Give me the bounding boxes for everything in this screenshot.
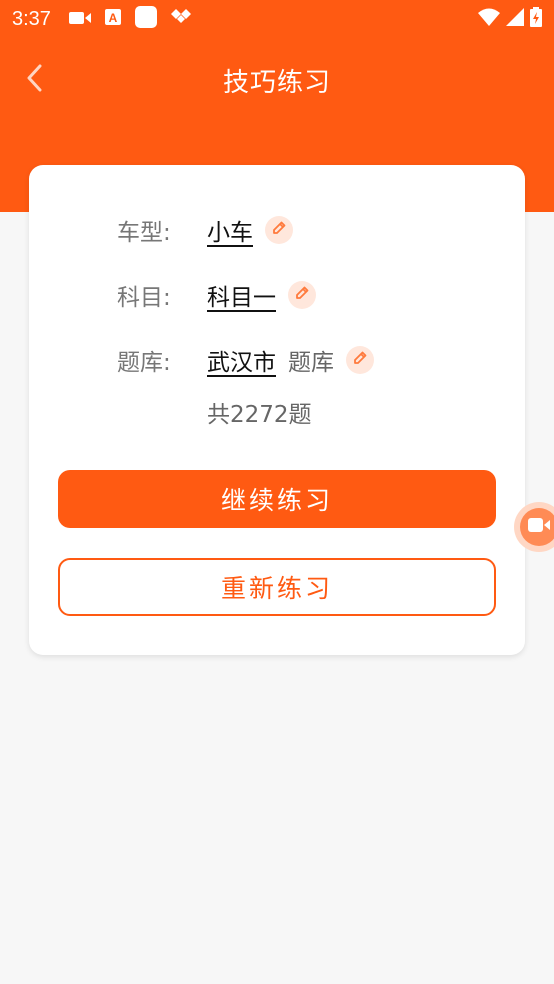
square-icon <box>134 6 157 32</box>
car-type-value-group: 小车 <box>207 213 293 247</box>
subject-label: 科目: <box>117 285 171 311</box>
video-icon <box>68 10 91 29</box>
bank-value-group: 武汉市 题库 <box>207 343 374 377</box>
wifi-icon <box>478 8 500 30</box>
floating-button-inner <box>520 508 554 546</box>
question-count: 共2272题 <box>207 402 312 428</box>
subject-value-group: 科目一 <box>207 278 316 312</box>
restart-practice-button[interactable]: 重新练习 <box>58 558 496 616</box>
pencil-icon <box>271 220 287 240</box>
status-icons-right <box>478 7 542 31</box>
pencil-icon <box>294 285 310 305</box>
battery-icon <box>530 7 542 31</box>
chevron-left-icon <box>26 64 42 96</box>
continue-practice-button[interactable]: 继续练习 <box>58 470 496 528</box>
practice-card: 车型: 小车 科目: 科目一 题库: 武汉市 题库 共2272题 继续练习 重新… <box>29 165 525 655</box>
pencil-icon <box>352 350 368 370</box>
page-title: 技巧练习 <box>222 67 331 98</box>
car-type-value[interactable]: 小车 <box>207 213 253 247</box>
bank-suffix: 题库 <box>288 350 334 376</box>
signal-icon <box>506 8 524 30</box>
diamond-icon <box>170 9 191 29</box>
status-bar: 3:37 A <box>0 0 554 38</box>
status-time: 3:37 <box>12 7 51 30</box>
app-bar: 技巧练习 <box>0 52 554 108</box>
bank-value[interactable]: 武汉市 <box>207 343 276 377</box>
camera-icon <box>528 517 550 537</box>
subject-value[interactable]: 科目一 <box>207 278 276 312</box>
edit-bank-button[interactable] <box>346 346 374 374</box>
bank-label: 题库: <box>117 350 171 376</box>
a-box-icon: A <box>104 9 121 29</box>
edit-subject-button[interactable] <box>288 281 316 309</box>
svg-text:A: A <box>109 11 118 25</box>
status-icons-left: A <box>68 6 191 32</box>
car-type-label: 车型: <box>117 220 171 246</box>
back-button[interactable] <box>14 60 54 100</box>
edit-car-type-button[interactable] <box>265 216 293 244</box>
